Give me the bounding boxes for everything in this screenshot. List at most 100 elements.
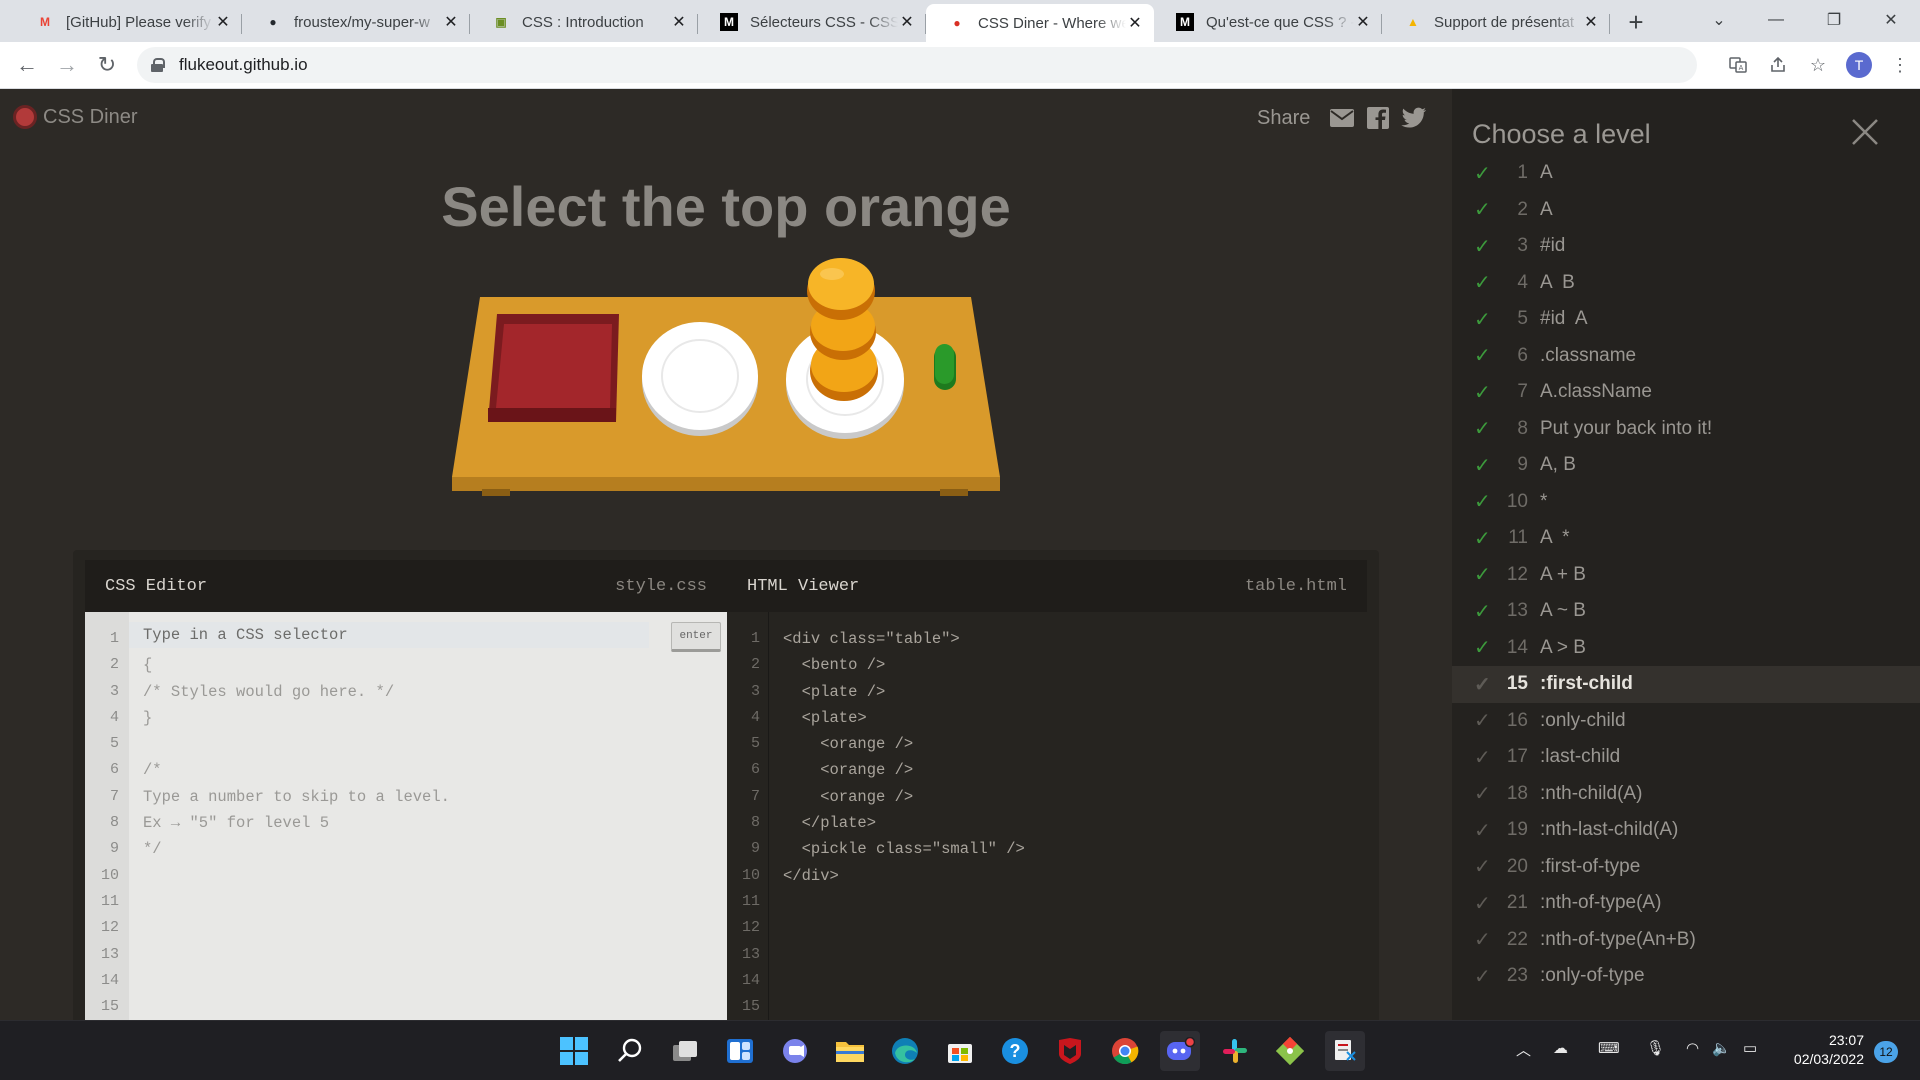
level-item-20[interactable]: ✓ 20:first-of-type xyxy=(1452,849,1920,886)
battery-icon[interactable]: ▭ xyxy=(1743,1039,1757,1057)
snipping-tool-icon[interactable] xyxy=(1325,1031,1365,1071)
profile-avatar[interactable]: T xyxy=(1846,52,1872,78)
new-tab-button[interactable]: + xyxy=(1618,4,1654,40)
tab-close-icon[interactable]: ✕ xyxy=(670,12,688,32)
css-selector-input[interactable] xyxy=(129,622,649,648)
facebook-icon[interactable] xyxy=(1364,105,1392,131)
browser-tab[interactable]: ● froustex/my-super-w ✕ xyxy=(242,4,470,40)
store-icon[interactable] xyxy=(940,1031,980,1071)
enter-button[interactable]: enter xyxy=(671,622,721,652)
bento-box[interactable] xyxy=(488,314,619,422)
css-editor-title: CSS Editor xyxy=(105,576,208,596)
level-item-9[interactable]: ✓ 9 A, B xyxy=(1452,447,1920,484)
browser-tab[interactable]: ▲ Support de présentat ✕ xyxy=(1382,4,1610,40)
level-item-12[interactable]: ✓ 12 A + B xyxy=(1452,557,1920,594)
checkmark-icon: ✓ xyxy=(1474,345,1491,368)
mcafee-icon[interactable] xyxy=(1050,1031,1090,1071)
widgets-icon[interactable] xyxy=(720,1031,760,1071)
twitter-icon[interactable] xyxy=(1400,105,1428,131)
tab-close-icon[interactable]: ✕ xyxy=(898,12,916,32)
restore-button[interactable]: ❐ xyxy=(1805,0,1863,40)
notification-badge[interactable]: 12 xyxy=(1874,1041,1898,1063)
browser-tab[interactable]: ▣ CSS : Introduction ✕ xyxy=(470,4,698,40)
level-item-6[interactable]: ✓ 6 .classname xyxy=(1452,338,1920,375)
logo[interactable]: CSS Diner xyxy=(13,105,137,129)
level-label: A > B xyxy=(1540,636,1586,658)
wifi-icon[interactable]: ◠ xyxy=(1686,1039,1699,1057)
tab-close-icon[interactable]: ✕ xyxy=(442,12,460,32)
chrome-icon[interactable] xyxy=(1105,1031,1145,1071)
level-item-2[interactable]: ✓ 2 A xyxy=(1452,192,1920,229)
tab-title: froustex/my-super-w xyxy=(294,13,430,31)
level-item-4[interactable]: ✓ 4 A B xyxy=(1452,265,1920,302)
level-item-16[interactable]: ✓ 16:only-child xyxy=(1452,703,1920,740)
start-icon[interactable] xyxy=(554,1031,594,1071)
file-explorer-icon[interactable] xyxy=(830,1031,870,1071)
level-label: .classname xyxy=(1540,344,1637,366)
git-client-icon[interactable] xyxy=(1270,1031,1310,1071)
level-item-10[interactable]: ✓ 10 * xyxy=(1452,484,1920,521)
level-number: 23 xyxy=(1506,965,1528,987)
help-icon[interactable]: ? xyxy=(995,1031,1035,1071)
microphone-icon[interactable]: 🎙 xyxy=(1646,1039,1665,1057)
back-button[interactable]: ← xyxy=(12,50,42,80)
level-item-19[interactable]: ✓ 19:nth-last-child(A) xyxy=(1452,812,1920,849)
forward-button[interactable]: → xyxy=(52,50,82,80)
bookmark-star-icon[interactable]: ☆ xyxy=(1798,50,1838,80)
translate-icon[interactable]: A xyxy=(1718,50,1758,80)
level-item-8[interactable]: ✓ 8 Put your back into it! xyxy=(1452,411,1920,448)
close-icon[interactable] xyxy=(1848,115,1882,149)
tab-close-icon[interactable]: ✕ xyxy=(1354,12,1372,32)
html-code-lines: <div class="table"> <bento /> <plate /> … xyxy=(783,626,1025,889)
minimize-button[interactable]: — xyxy=(1747,0,1805,40)
level-item-14[interactable]: ✓ 14 A > B xyxy=(1452,630,1920,667)
level-item-3[interactable]: ✓ 3 #id xyxy=(1452,228,1920,265)
volume-icon[interactable]: 🔈 xyxy=(1712,1039,1731,1057)
browser-tab[interactable]: M Qu'est-ce que CSS ? - ✕ xyxy=(1154,4,1382,40)
tab-close-icon[interactable]: ✕ xyxy=(1126,13,1144,33)
level-item-15[interactable]: ✓ 15:first-child xyxy=(1452,666,1920,703)
level-number: 22 xyxy=(1506,928,1528,950)
checkmark-icon: ✓ xyxy=(1474,746,1491,769)
level-item-21[interactable]: ✓ 21:nth-of-type(A) xyxy=(1452,885,1920,922)
task-view-icon[interactable] xyxy=(665,1031,705,1071)
omnibox[interactable]: flukeout.github.io xyxy=(137,47,1697,83)
tray-chevron-icon[interactable]: ︿ xyxy=(1516,1039,1531,1060)
level-item-23[interactable]: ✓ 23:only-of-type xyxy=(1452,958,1920,995)
pickle-small[interactable] xyxy=(934,344,956,390)
search-icon[interactable] xyxy=(610,1031,650,1071)
email-icon[interactable] xyxy=(1328,105,1356,131)
discord-icon[interactable] xyxy=(1160,1031,1200,1071)
line-number: 6 xyxy=(109,761,119,779)
level-item-22[interactable]: ✓ 22:nth-of-type(An+B) xyxy=(1452,922,1920,959)
level-item-5[interactable]: ✓ 5 #id A xyxy=(1452,301,1920,338)
onedrive-icon[interactable]: ☁ xyxy=(1553,1039,1568,1057)
plate-empty[interactable] xyxy=(642,322,758,436)
level-item-18[interactable]: ✓ 18:nth-child(A) xyxy=(1452,776,1920,813)
slack-icon[interactable] xyxy=(1215,1031,1255,1071)
level-item-7[interactable]: ✓ 7 A.className xyxy=(1452,374,1920,411)
level-item-11[interactable]: ✓ 11 A * xyxy=(1452,520,1920,557)
level-item-13[interactable]: ✓ 13 A ~ B xyxy=(1452,593,1920,630)
level-item-1[interactable]: ✓ 1 A xyxy=(1452,155,1920,192)
reload-button[interactable]: ↻ xyxy=(92,50,122,80)
browser-tab[interactable]: ● CSS Diner - Where we ✕ xyxy=(926,4,1154,42)
browser-tab[interactable]: M Sélecteurs CSS - CSS ✕ xyxy=(698,4,926,40)
clock[interactable]: 23:07 02/03/2022 xyxy=(1768,1031,1864,1069)
orange-top[interactable] xyxy=(807,258,875,320)
tab-close-icon[interactable]: ✕ xyxy=(214,12,232,32)
menu-kebab-icon[interactable]: ⋮ xyxy=(1880,50,1920,80)
edge-browser-icon[interactable] xyxy=(885,1031,925,1071)
close-window-button[interactable]: ✕ xyxy=(1862,0,1920,40)
tab-close-icon[interactable]: ✕ xyxy=(1582,12,1600,32)
level-item-17[interactable]: ✓ 17:last-child xyxy=(1452,739,1920,776)
line-number: 11 xyxy=(741,892,760,910)
teams-chat-icon[interactable] xyxy=(775,1031,815,1071)
tab-search-button[interactable]: ⌄ xyxy=(1690,0,1748,40)
level-number: 10 xyxy=(1506,490,1528,512)
line-number: 2 xyxy=(750,656,760,674)
share-page-icon[interactable] xyxy=(1758,50,1798,80)
browser-tab[interactable]: M [GitHub] Please verify ✕ xyxy=(14,4,242,40)
code-line: <pickle class="small" /> xyxy=(783,840,1025,859)
keyboard-icon[interactable]: ⌨ xyxy=(1598,1039,1620,1057)
